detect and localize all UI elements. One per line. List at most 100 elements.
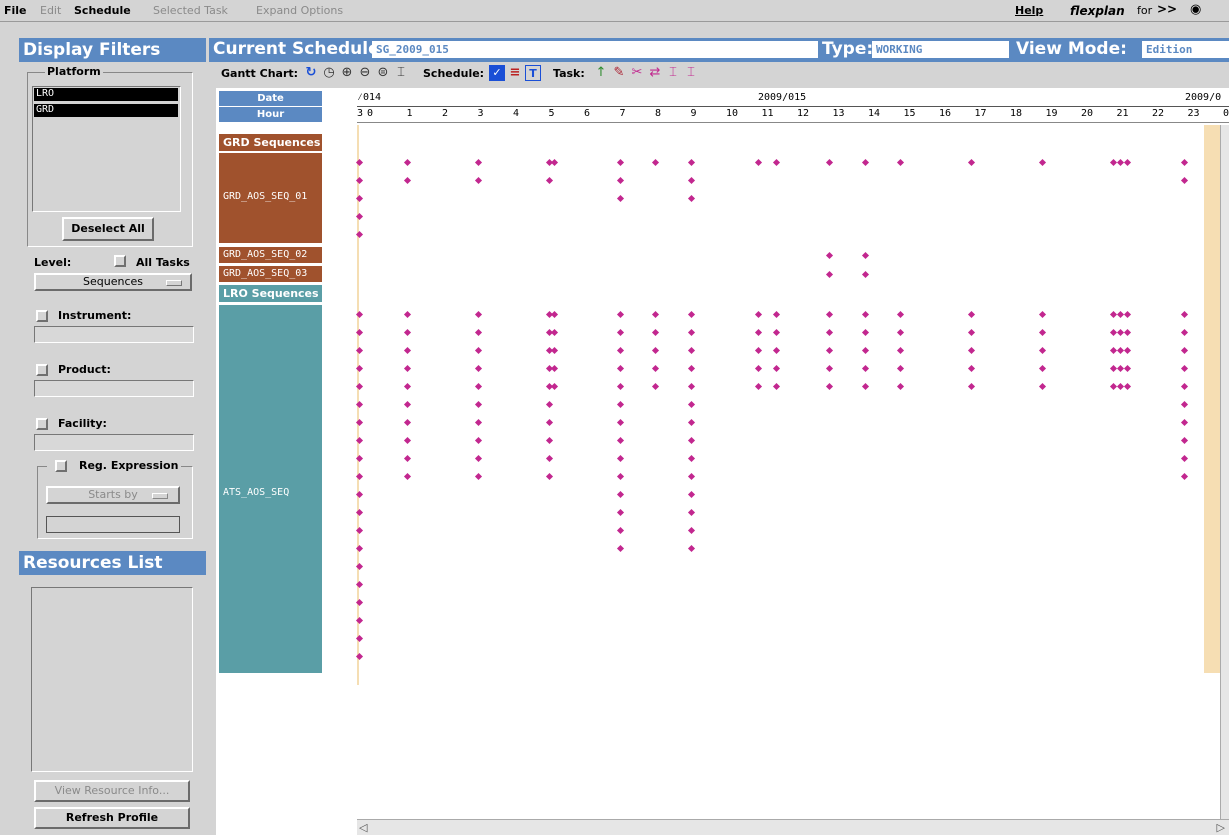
sequence-marker[interactable] (772, 310, 780, 319)
sequence-marker[interactable] (1039, 328, 1047, 337)
sequence-marker[interactable] (687, 490, 695, 499)
sequence-marker[interactable] (755, 158, 763, 167)
sequence-marker[interactable] (550, 310, 559, 319)
sequence-marker[interactable] (550, 346, 559, 355)
sequence-marker[interactable] (861, 328, 869, 337)
sequence-marker[interactable] (687, 158, 695, 167)
menu-schedule[interactable]: Schedule (74, 4, 131, 17)
sequence-marker[interactable] (550, 158, 559, 167)
sequence-marker[interactable] (1124, 382, 1132, 391)
sequence-marker[interactable] (826, 158, 834, 167)
row-grd-aos-seq-02[interactable]: GRD_AOS_SEQ_02 (219, 247, 322, 263)
sequence-marker[interactable] (545, 176, 553, 185)
merge-task-icon[interactable]: ⌶ (683, 65, 699, 81)
sequence-marker[interactable] (687, 328, 695, 337)
sequence-marker[interactable] (616, 508, 624, 517)
sequence-marker[interactable] (616, 454, 624, 463)
sequence-marker[interactable] (687, 310, 695, 319)
sequence-marker[interactable] (1124, 346, 1132, 355)
sequence-marker[interactable] (403, 176, 411, 185)
sequence-marker[interactable] (474, 364, 482, 373)
sequence-marker[interactable] (616, 328, 624, 337)
sequence-marker[interactable] (474, 158, 482, 167)
sequence-marker[interactable] (550, 382, 559, 391)
sequence-marker[interactable] (687, 418, 695, 427)
sequence-marker[interactable] (755, 364, 763, 373)
sequence-marker[interactable] (616, 544, 624, 553)
sequence-marker[interactable] (1181, 176, 1189, 185)
sequence-marker[interactable] (968, 158, 976, 167)
all-tasks-checkbox[interactable] (114, 255, 126, 267)
sequence-marker[interactable] (403, 364, 411, 373)
sequence-marker[interactable] (861, 346, 869, 355)
sequence-marker[interactable] (1181, 346, 1189, 355)
sequence-marker[interactable] (616, 176, 624, 185)
sequence-marker[interactable] (616, 526, 624, 535)
sequence-marker[interactable] (550, 364, 559, 373)
scroll-right-icon[interactable]: ▷ (1217, 821, 1225, 834)
facility-input[interactable] (34, 434, 194, 451)
sequence-marker[interactable] (755, 382, 763, 391)
sequence-marker[interactable] (652, 158, 660, 167)
delete-task-icon[interactable]: ✂ (629, 65, 645, 81)
sequence-marker[interactable] (616, 490, 624, 499)
level-select[interactable]: Sequences (34, 273, 192, 291)
sequence-marker[interactable] (474, 400, 482, 409)
product-input[interactable] (34, 380, 194, 397)
sequence-marker[interactable] (545, 436, 553, 445)
sequence-marker[interactable] (772, 364, 780, 373)
group-lro-sequences[interactable]: LRO Sequences (219, 285, 322, 302)
sequence-marker[interactable] (687, 544, 695, 553)
sequence-marker[interactable] (968, 364, 976, 373)
sequence-marker[interactable] (772, 382, 780, 391)
sequence-marker[interactable] (755, 328, 763, 337)
sequence-marker[interactable] (403, 382, 411, 391)
starts-by-select[interactable]: Starts by (46, 486, 180, 504)
align-icon[interactable]: ≡ (507, 65, 523, 81)
sequence-marker[interactable] (897, 158, 905, 167)
sequence-marker[interactable] (616, 346, 624, 355)
scroll-left-icon[interactable]: ◁ (359, 821, 367, 834)
sequence-marker[interactable] (616, 158, 624, 167)
sequence-marker[interactable] (772, 346, 780, 355)
sequence-marker[interactable] (897, 310, 905, 319)
sequence-marker[interactable] (1181, 454, 1189, 463)
sequence-marker[interactable] (897, 328, 905, 337)
sequence-marker[interactable] (687, 526, 695, 535)
validate-icon[interactable]: ✓ (489, 65, 505, 81)
text-icon[interactable]: T (525, 65, 541, 81)
menu-selected-task[interactable]: Selected Task (153, 4, 228, 17)
zoom-in-icon[interactable]: ⊕ (339, 65, 355, 81)
sequence-marker[interactable] (474, 310, 482, 319)
sequence-marker[interactable] (403, 310, 411, 319)
facility-checkbox[interactable] (36, 418, 48, 430)
sequence-marker[interactable] (687, 400, 695, 409)
view-resource-info-button[interactable]: View Resource Info... (34, 780, 190, 802)
sequence-marker[interactable] (861, 251, 869, 260)
platform-item-lro[interactable]: LRO (34, 88, 178, 101)
sequence-marker[interactable] (1124, 328, 1132, 337)
refresh-icon[interactable]: ↻ (303, 65, 319, 81)
sequence-marker[interactable] (1039, 346, 1047, 355)
clock-icon[interactable]: ◷ (321, 65, 337, 81)
sequence-marker[interactable] (1039, 382, 1047, 391)
sequence-marker[interactable] (861, 364, 869, 373)
sequence-marker[interactable] (545, 418, 553, 427)
edit-task-icon[interactable]: ✎ (611, 65, 627, 81)
sequence-marker[interactable] (687, 194, 695, 203)
sequence-marker[interactable] (545, 454, 553, 463)
zoom-fit-icon[interactable]: ⊜ (375, 65, 391, 81)
sequence-marker[interactable] (1181, 418, 1189, 427)
sequence-marker[interactable] (826, 251, 834, 260)
vertical-scrollbar[interactable] (1220, 125, 1229, 825)
sequence-marker[interactable] (1124, 310, 1132, 319)
sequence-marker[interactable] (403, 454, 411, 463)
sequence-marker[interactable] (826, 346, 834, 355)
reg-expression-input[interactable] (46, 516, 180, 533)
sequence-marker[interactable] (897, 382, 905, 391)
add-task-icon[interactable]: ↑ (593, 65, 609, 81)
sequence-marker[interactable] (826, 364, 834, 373)
sequence-marker[interactable] (474, 382, 482, 391)
split-task-icon[interactable]: ⌶ (665, 65, 681, 81)
sequence-marker[interactable] (826, 328, 834, 337)
